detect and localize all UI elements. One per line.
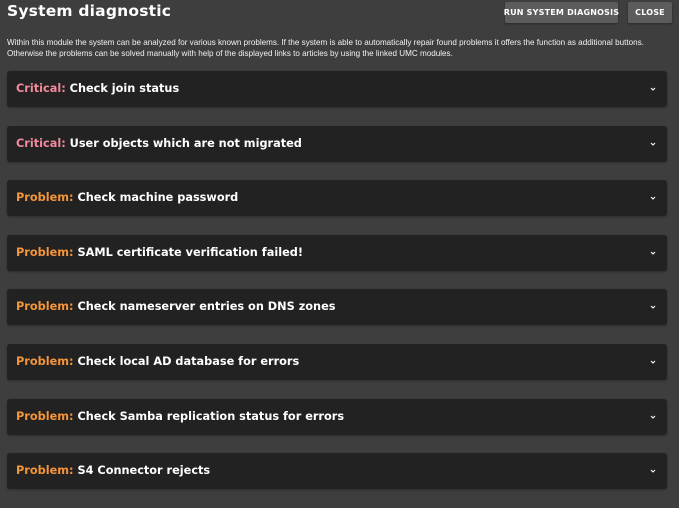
problem-item-nameserver-entries[interactable]: Problem: Check nameserver entries on DNS…	[7, 289, 667, 326]
problem-title: Problem: Check local AD database for err…	[16, 344, 299, 380]
severity-label: Critical:	[16, 82, 66, 95]
chevron-down-icon[interactable]	[649, 358, 657, 366]
problem-label: Check join status	[69, 82, 180, 95]
problem-label: S4 Connector rejects	[77, 464, 211, 478]
chevron-down-icon[interactable]	[649, 140, 657, 148]
problem-item-s4-connector-rejects[interactable]: Problem: S4 Connector rejects	[7, 453, 667, 490]
problem-label: SAML certificate verification failed!	[77, 245, 303, 259]
problem-title: Problem: S4 Connector rejects	[16, 453, 210, 489]
problem-item-user-objects-not-migrated[interactable]: Critical: User objects which are not mig…	[7, 125, 667, 162]
problem-label: Check machine password	[77, 191, 239, 205]
chevron-down-icon[interactable]	[649, 85, 657, 93]
problem-item-check-join-status[interactable]: Critical: Check join status	[7, 71, 667, 107]
problem-item-saml-certificate[interactable]: Problem: SAML certificate verification f…	[7, 234, 667, 271]
severity-label: Problem:	[16, 409, 74, 423]
problem-item-samba-replication[interactable]: Problem: Check Samba replication status …	[7, 398, 667, 435]
severity-label: Problem:	[16, 300, 74, 314]
run-system-diagnosis-button[interactable]: RUN SYSTEM DIAGNOSIS	[504, 2, 619, 23]
problem-title: Critical: User objects which are not mig…	[16, 126, 302, 162]
severity-label: Problem:	[16, 245, 74, 259]
chevron-down-icon[interactable]	[649, 467, 657, 475]
problem-title: Problem: Check nameserver entries on DNS…	[16, 289, 335, 325]
problem-label: Check Samba replication status for error…	[77, 409, 345, 423]
problem-label: User objects which are not migrated	[69, 136, 302, 150]
header-bar: System diagnostic RUN SYSTEM DIAGNOSIS C…	[0, 0, 679, 26]
problem-title: Problem: Check machine password	[16, 180, 238, 216]
chevron-down-icon[interactable]	[649, 249, 657, 257]
problem-title: Critical: Check join status	[16, 71, 179, 107]
severity-label: Problem:	[16, 191, 74, 205]
severity-label: Problem:	[16, 464, 74, 478]
module-description: Within this module the system can be ana…	[7, 38, 644, 58]
problem-title: Problem: SAML certificate verification f…	[16, 235, 303, 271]
page-title: System diagnostic	[7, 2, 172, 20]
problem-label: Check nameserver entries on DNS zones	[77, 300, 336, 314]
severity-label: Critical:	[16, 136, 66, 150]
chevron-down-icon[interactable]	[649, 413, 657, 421]
severity-label: Problem:	[16, 354, 74, 368]
chevron-down-icon[interactable]	[649, 303, 657, 311]
chevron-down-icon[interactable]	[649, 194, 657, 202]
close-button[interactable]: CLOSE	[628, 2, 672, 23]
problem-list: Critical: Check join status Critical: Us…	[7, 71, 667, 508]
problem-item-local-ad-database[interactable]: Problem: Check local AD database for err…	[7, 343, 667, 380]
problem-label: Check local AD database for errors	[77, 354, 300, 368]
problem-item-check-machine-password[interactable]: Problem: Check machine password	[7, 180, 667, 217]
problem-title: Problem: Check Samba replication status …	[16, 399, 344, 435]
